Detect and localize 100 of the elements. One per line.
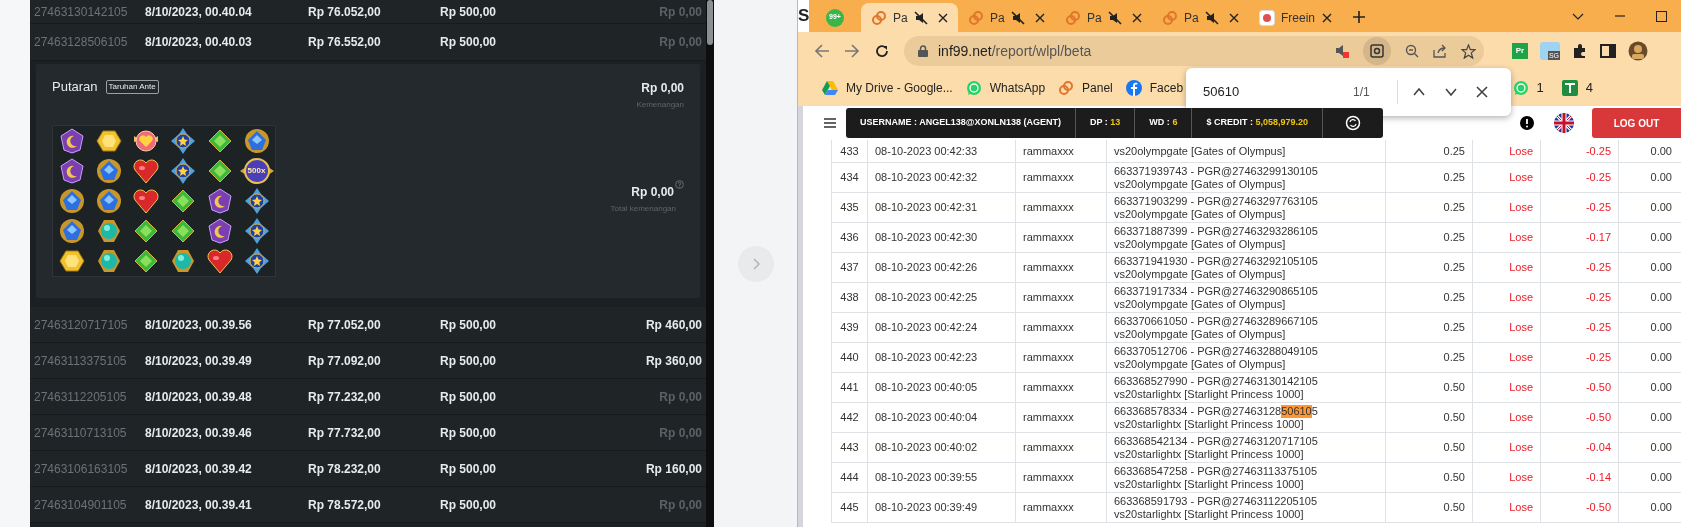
winloss-cell-text: -0.50 (1585, 500, 1611, 516)
maximize-icon[interactable] (1656, 10, 1667, 22)
profile-avatar-icon[interactable] (1628, 41, 1648, 61)
history-row[interactable]: 27463112205105 8/10/2023, 00.39.48 Rp 77.232,00 Rp 500,00 Rp 0,00 (30, 379, 706, 415)
browser-tab[interactable]: Pa (1152, 3, 1249, 32)
menu-icon[interactable] (824, 118, 836, 128)
win-amount: Rp 0,00 (659, 388, 702, 406)
result-cell-text: Lose (1509, 143, 1533, 159)
alert-icon[interactable] (1520, 116, 1534, 130)
hexagon-gem-icon (95, 128, 122, 154)
bookmark-item[interactable]: 1 (1512, 78, 1544, 98)
bookmark-item[interactable]: Panel (1058, 79, 1113, 97)
win-amount: Rp 0,00 (659, 496, 702, 514)
win-amount: Rp 0,00 (659, 3, 702, 21)
history-row[interactable]: 27463104901105 8/10/2023, 00.39.41 Rp 78.572,00 Rp 500,00 Rp 0,00 (30, 487, 706, 523)
game-text: vs20starlightx [Starlight Princess 1000] (1114, 477, 1305, 491)
back-icon[interactable] (814, 43, 830, 59)
winloss-cell-text: -0.25 (1585, 260, 1611, 276)
win-amount: Rp 460,00 (645, 316, 702, 334)
close-icon[interactable] (1035, 12, 1045, 23)
row-number: 437 (840, 260, 859, 276)
winloss-cell-text: -0.25 (1585, 200, 1611, 216)
blocked-sound-icon[interactable] (1335, 44, 1349, 58)
scrollbar-thumb[interactable] (707, 0, 713, 45)
result-cell-text: Lose (1509, 260, 1533, 276)
bookmark-item[interactable]: My Drive - Google... (822, 79, 953, 97)
winloss-cell-text: -0.25 (1585, 320, 1611, 336)
winloss-cell-text: -0.25 (1585, 170, 1611, 186)
row-number: 436 (840, 230, 859, 246)
muted-speaker-icon[interactable] (1107, 10, 1122, 25)
reload-icon[interactable] (874, 43, 890, 59)
tab-title: Pa (990, 9, 1005, 27)
round-id: 27463106163105 (34, 460, 129, 478)
close-icon[interactable] (1322, 12, 1332, 23)
user-cell-text: rammaxxx (1023, 290, 1074, 306)
history-row[interactable]: 27463113375105 8/10/2023, 00.39.49 Rp 77.092,00 Rp 500,00 Rp 360,00 (30, 343, 706, 379)
result-cell-text: Lose (1509, 500, 1533, 516)
find-in-page-icon[interactable] (1363, 37, 1391, 65)
round-date: 8/10/2023, 00.39.41 (145, 496, 253, 514)
browser-tab[interactable]: Pa (861, 3, 958, 32)
bookmark-item[interactable]: WhatsApp (965, 79, 1046, 97)
diamond-gem-icon (132, 248, 159, 274)
star-gem-icon (169, 128, 196, 154)
bet-cell-text: 0.50 (1443, 440, 1465, 456)
game-text: vs20starlightx [Starlight Princess 1000] (1114, 447, 1305, 461)
refresh-icon[interactable] (1345, 115, 1361, 131)
heart-gem-icon (132, 158, 159, 184)
result-cell-text: Lose (1509, 380, 1533, 396)
new-tab-icon[interactable] (1352, 10, 1366, 24)
tab-title: Pa (1184, 9, 1199, 27)
puzzle-icon[interactable] (1572, 43, 1588, 59)
close-icon[interactable] (1229, 12, 1239, 23)
history-row[interactable]: 27463130142105 8/10/2023, 00.40.04 Rp 76.052,00 Rp 500,00 Rp 0,00 (30, 0, 706, 24)
browser-tab[interactable]: Freein (1249, 3, 1342, 32)
round-date: 8/10/2023, 00.40.03 (145, 34, 253, 51)
close-icon[interactable] (938, 12, 948, 23)
forward-icon[interactable] (844, 43, 860, 59)
logout-button[interactable]: LOG OUT (1592, 108, 1681, 138)
row-number: 443 (840, 440, 859, 456)
game-text: vs20olympgate [Gates of Olympus] (1114, 144, 1287, 158)
history-row[interactable]: 27463128506105 8/10/2023, 00.40.03 Rp 76.552,00 Rp 500,00 Rp 0,00 (30, 24, 706, 61)
history-row[interactable]: 27463120717105 8/10/2023, 00.39.56 Rp 77.052,00 Rp 500,00 Rp 460,00 (30, 307, 706, 343)
date-cell-text: 08-10-2023 00:40:02 (875, 440, 978, 456)
side-panel-icon[interactable] (1600, 44, 1616, 58)
pentagon-gem-icon (58, 218, 85, 244)
bookmark-item[interactable]: 4 (1561, 78, 1593, 98)
address-bar[interactable]: inf99.net/report/wlpl/beta (904, 36, 1484, 66)
close-icon[interactable] (1132, 12, 1142, 23)
flag-icon[interactable] (1554, 113, 1574, 133)
url-text: inf99.net/report/wlpl/beta (938, 41, 1092, 61)
tab-title: Freein (1281, 9, 1315, 27)
user-cell-text: rammaxxx (1023, 200, 1074, 216)
muted-speaker-icon[interactable] (913, 10, 928, 25)
user-cell-text: rammaxxx (1023, 470, 1074, 486)
close-icon[interactable] (1476, 86, 1488, 98)
wd-label: WD : 6 (1148, 116, 1179, 130)
share-icon[interactable] (1433, 44, 1447, 58)
browser-tab[interactable]: Pa (1055, 3, 1152, 32)
pentagon-gem-icon (58, 188, 85, 214)
bookmark-item[interactable]: Faceb (1125, 79, 1184, 97)
match-count: 1/1 (1353, 84, 1371, 101)
lock-icon[interactable] (918, 45, 928, 57)
bet-cell-text: 0.50 (1443, 380, 1465, 396)
history-row[interactable]: 27463110713105 8/10/2023, 00.39.46 Rp 77.732,00 Rp 500,00 Rp 0,00 (30, 415, 706, 451)
row-number: 438 (840, 290, 859, 306)
find-input[interactable]: 50610 (1203, 82, 1353, 102)
browser-tab[interactable]: Pa (958, 3, 1055, 32)
bookmark-star-icon[interactable] (1461, 43, 1476, 59)
bet-cell-text: 0.50 (1443, 470, 1465, 486)
muted-speaker-icon[interactable] (1010, 10, 1025, 25)
muted-speaker-icon[interactable] (1204, 10, 1219, 25)
result-cell-text: Lose (1509, 410, 1533, 426)
balance-cell-text: 0.00 (1650, 230, 1672, 246)
result-cell-text: Lose (1509, 200, 1533, 216)
user-cell-text: rammaxxx (1023, 260, 1074, 276)
zoom-out-icon[interactable] (1405, 44, 1419, 58)
user-cell-text: rammaxxx (1023, 170, 1074, 186)
row-number: 444 (840, 470, 859, 486)
user-cell-text: rammaxxx (1023, 230, 1074, 246)
history-row[interactable]: 27463106163105 8/10/2023, 00.39.42 Rp 78.232,00 Rp 500,00 Rp 160,00 (30, 451, 706, 487)
